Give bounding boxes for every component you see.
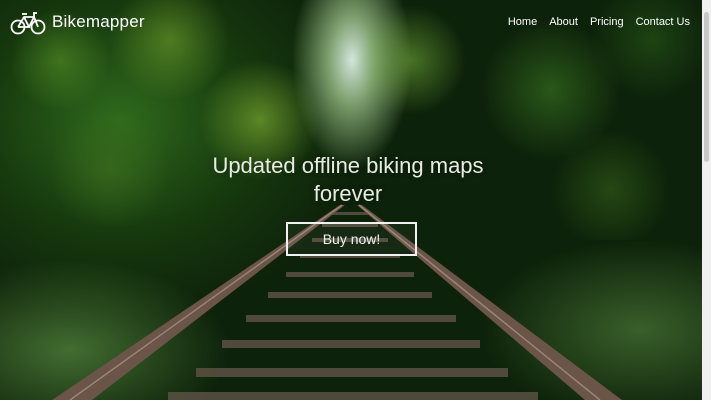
top-navbar: Bikemapper Home About Pricing Contact Us: [0, 0, 711, 46]
hero-headline-line-2: forever: [313, 181, 383, 206]
bicycle-icon: [10, 12, 46, 35]
brand-logo-link[interactable]: Bikemapper: [10, 9, 145, 35]
page-scrollbar[interactable]: [702, 0, 711, 400]
hero-headline: Updated offline biking maps forever: [0, 152, 696, 208]
main-menu: Home About Pricing Contact Us: [508, 16, 690, 28]
hero-headline-line-1: Updated offline biking maps: [212, 153, 484, 178]
nav-link-pricing[interactable]: Pricing: [590, 16, 624, 28]
nav-link-home[interactable]: Home: [508, 16, 537, 28]
nav-link-about[interactable]: About: [549, 16, 578, 28]
buy-now-button[interactable]: Buy now!: [286, 222, 417, 256]
nav-link-contact-us[interactable]: Contact Us: [636, 16, 690, 28]
hero-section: Bikemapper Home About Pricing Contact Us…: [0, 0, 711, 400]
scrollbar-thumb[interactable]: [704, 12, 709, 162]
brand-name: Bikemapper: [52, 12, 145, 31]
